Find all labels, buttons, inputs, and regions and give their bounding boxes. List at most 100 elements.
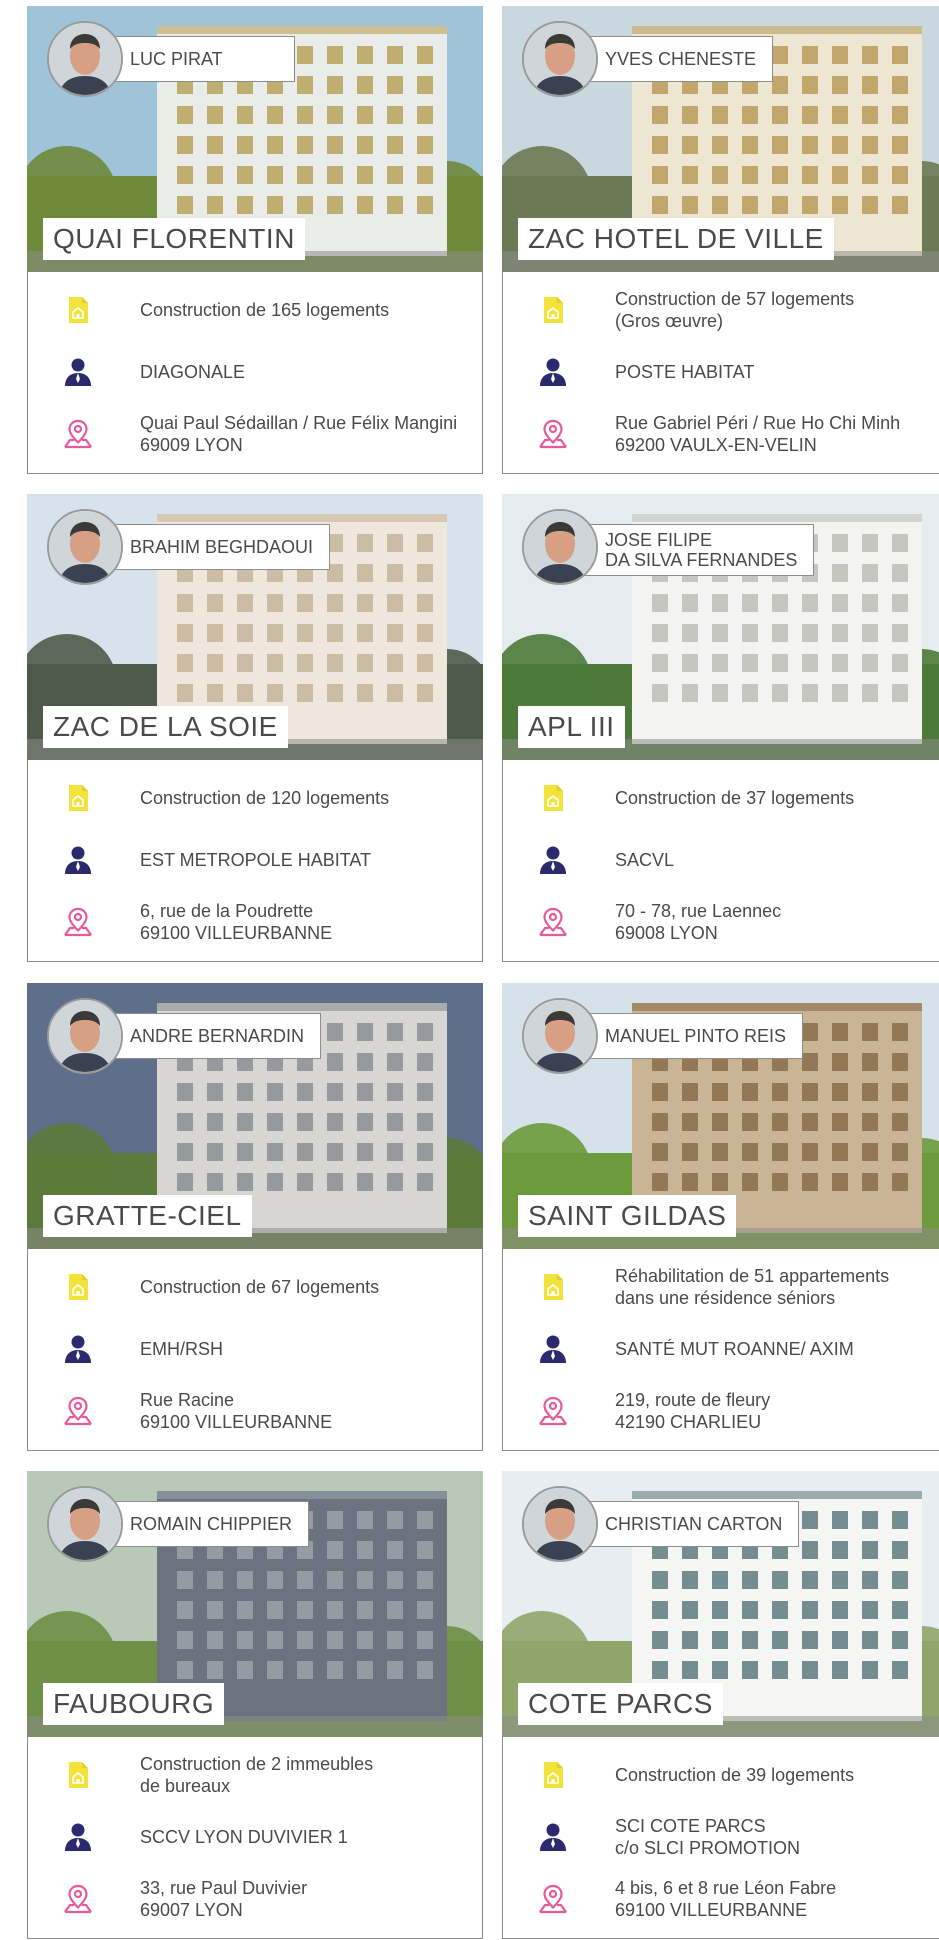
project-client: SACVL — [615, 850, 675, 870]
building-doc-icon — [69, 1274, 88, 1300]
building-doc-icon — [544, 785, 563, 811]
project-title: COTE PARCS — [518, 1683, 723, 1725]
person-icon — [540, 1823, 566, 1851]
description-row: Construction de 165 logements — [28, 288, 482, 332]
person-icon — [62, 1821, 94, 1853]
building-doc-icon — [62, 782, 94, 814]
supervisor-name: JOSE FILIPE DA SILVA FERNANDES — [580, 524, 815, 576]
person-icon — [62, 844, 94, 876]
person-icon — [65, 358, 91, 386]
person-icon — [62, 356, 94, 388]
project-description: Construction de 120 logements — [140, 788, 390, 808]
avatar-photo — [49, 1000, 121, 1072]
location-pin-icon — [62, 1395, 94, 1427]
supervisor-avatar — [47, 1486, 123, 1562]
person-icon — [540, 846, 566, 874]
project-description: Construction de 165 logements — [140, 300, 390, 320]
supervisor-name: ANDRE BERNARDIN — [105, 1013, 322, 1059]
description-row: Construction de 39 logements — [503, 1753, 939, 1797]
project-title: GRATTE-CIEL — [43, 1195, 252, 1237]
client-row: EST METROPOLE HABITAT — [28, 838, 482, 882]
project-info: Construction de 39 logements SCI COTE PA… — [502, 1737, 939, 1939]
avatar-photo — [524, 1000, 596, 1072]
avatar-photo — [524, 511, 596, 583]
project-info: Construction de 120 logements EST METROP… — [27, 760, 483, 962]
address-row: Quai Paul Sédaillan / Rue Félix Mangini … — [28, 408, 482, 460]
location-pin-icon — [62, 906, 94, 938]
project-address: Rue Gabriel Péri / Rue Ho Chi Minh 69200… — [615, 413, 901, 455]
client-row: SANTÉ MUT ROANNE/ AXIM — [503, 1327, 939, 1371]
person-icon — [537, 1821, 569, 1853]
description-row: Construction de 2 immeubles de bureaux — [28, 1753, 482, 1797]
project-info: Construction de 2 immeubles de bureaux S… — [27, 1737, 483, 1939]
location-pin-icon — [537, 906, 569, 938]
location-pin-icon — [64, 907, 92, 937]
supervisor-avatar — [47, 998, 123, 1074]
supervisor-avatar — [522, 21, 598, 97]
location-pin-icon — [64, 1396, 92, 1426]
project-description: Construction de 39 logements — [615, 1765, 855, 1785]
project-description: Réhabilitation de 51 appartements dans u… — [615, 1266, 890, 1308]
building-doc-icon — [537, 1759, 569, 1791]
address-row: 219, route de fleury 42190 CHARLIEU — [503, 1385, 939, 1437]
person-icon — [540, 1335, 566, 1363]
location-pin-icon — [62, 1883, 94, 1915]
address-row: Rue Gabriel Péri / Rue Ho Chi Minh 69200… — [503, 408, 939, 460]
project-address: Rue Racine 69100 VILLEURBANNE — [140, 1390, 333, 1432]
location-pin-icon — [539, 907, 567, 937]
building-doc-icon — [62, 294, 94, 326]
project-description: Construction de 2 immeubles de bureaux — [140, 1754, 374, 1796]
building-doc-icon — [544, 297, 563, 323]
person-icon — [537, 356, 569, 388]
project-title: SAINT GILDAS — [518, 1195, 737, 1237]
location-pin-icon — [537, 1395, 569, 1427]
project-info: Construction de 37 logements SACVL 70 - … — [502, 760, 939, 962]
person-icon — [62, 1333, 94, 1365]
supervisor-name: ROMAIN CHIPPIER — [105, 1501, 310, 1547]
supervisor-name: CHRISTIAN CARTON — [580, 1501, 800, 1547]
avatar-photo — [49, 23, 121, 95]
building-doc-icon — [69, 297, 88, 323]
project-title: FAUBOURG — [43, 1683, 225, 1725]
project-client: EST METROPOLE HABITAT — [140, 850, 372, 870]
project-description: Construction de 37 logements — [615, 788, 855, 808]
project-card: CHRISTIAN CARTON COTE PARCS Construction… — [502, 1471, 939, 1940]
building-doc-icon — [537, 294, 569, 326]
project-title: ZAC DE LA SOIE — [43, 706, 288, 748]
supervisor-avatar — [47, 21, 123, 97]
project-client: EMH/RSH — [140, 1339, 224, 1359]
supervisor-name: YVES CHENESTE — [580, 36, 774, 82]
project-address: Quai Paul Sédaillan / Rue Félix Mangini … — [140, 413, 458, 455]
address-row: 70 - 78, rue Laennec 69008 LYON — [503, 896, 939, 948]
client-row: DIAGONALE — [28, 350, 482, 394]
project-card: ANDRE BERNARDIN GRATTE-CIEL Construction… — [27, 983, 483, 1452]
project-title: QUAI FLORENTIN — [43, 218, 305, 260]
location-pin-icon — [537, 1883, 569, 1915]
person-icon — [65, 1335, 91, 1363]
description-row: Construction de 57 logements (Gros œuvre… — [503, 288, 939, 332]
person-icon — [65, 846, 91, 874]
client-row: SACVL — [503, 838, 939, 882]
avatar-photo — [49, 511, 121, 583]
location-pin-icon — [539, 1884, 567, 1914]
project-card: YVES CHENESTE ZAC HOTEL DE VILLE Constru… — [502, 6, 939, 475]
building-doc-icon — [544, 1274, 563, 1300]
project-card: LUC PIRAT QUAI FLORENTIN Construction de… — [27, 6, 483, 475]
project-info: Construction de 67 logements EMH/RSH Rue… — [27, 1249, 483, 1451]
project-info: Réhabilitation de 51 appartements dans u… — [502, 1249, 939, 1451]
location-pin-icon — [62, 418, 94, 450]
description-row: Construction de 67 logements — [28, 1265, 482, 1309]
building-doc-icon — [544, 1762, 563, 1788]
project-address: 4 bis, 6 et 8 rue Léon Fabre 69100 VILLE… — [615, 1878, 837, 1920]
description-row: Réhabilitation de 51 appartements dans u… — [503, 1265, 939, 1309]
person-icon — [537, 844, 569, 876]
project-client: SCCV LYON DUVIVIER 1 — [140, 1827, 348, 1847]
building-doc-icon — [537, 1271, 569, 1303]
supervisor-avatar — [522, 509, 598, 585]
location-pin-icon — [539, 419, 567, 449]
supervisor-avatar — [47, 509, 123, 585]
project-description: Construction de 57 logements (Gros œuvre… — [615, 289, 855, 331]
client-row: POSTE HABITAT — [503, 350, 939, 394]
project-client: DIAGONALE — [140, 362, 246, 382]
person-icon — [540, 358, 566, 386]
